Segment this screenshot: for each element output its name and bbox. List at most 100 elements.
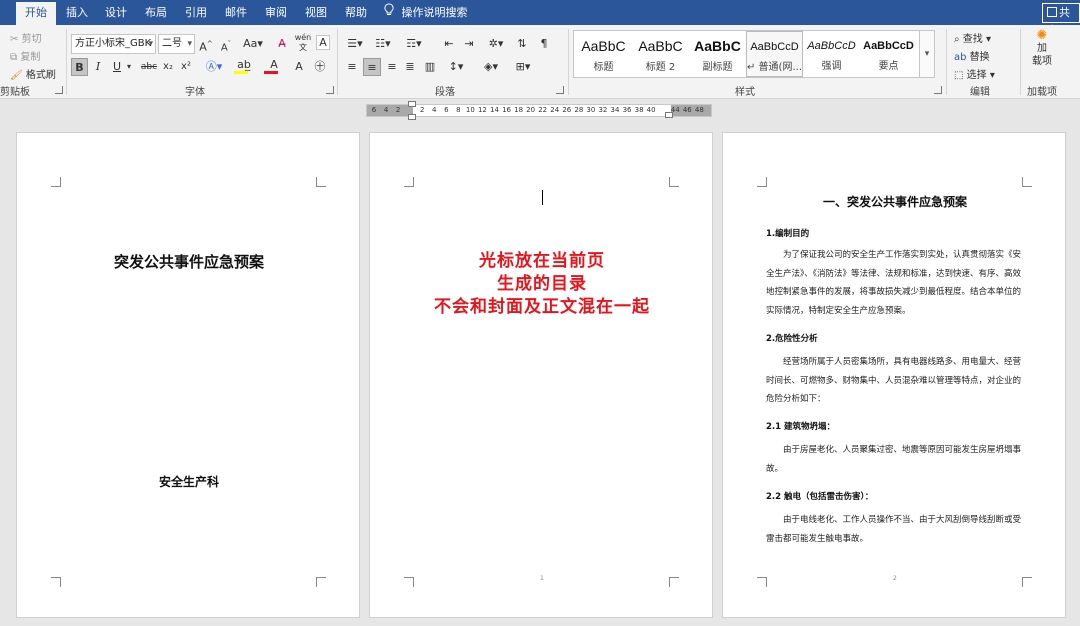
strikethrough-button[interactable]: abc (140, 58, 158, 76)
group-separator (946, 29, 947, 95)
character-border-button[interactable]: A (316, 35, 330, 50)
tab-references[interactable]: 引用 (177, 0, 215, 25)
group-separator (66, 29, 67, 95)
highlight-color-button[interactable]: ab̲ (232, 56, 256, 74)
font-name-dropdown[interactable]: 方正小标宋_GBK (71, 34, 156, 54)
share-button[interactable]: 共享 (1042, 3, 1080, 37)
ruler-tick: 4 (383, 106, 389, 114)
character-shading-button[interactable]: A (292, 58, 306, 76)
font-size-dropdown[interactable]: 二号 (158, 34, 195, 54)
increase-indent-button[interactable]: ⇥ (461, 35, 477, 53)
copy-button[interactable]: ⧉ 复制 (10, 48, 40, 63)
ruler-tick: 4 (432, 106, 437, 114)
decrease-indent-button[interactable]: ⇤ (441, 35, 457, 53)
ruler-bar: 6 4 2 2 4 6 8 10 12 14 16 18 20 22 24 26 28 30 32 34 36 38 40 4… (0, 100, 1080, 122)
paragraph-group-label: 段落 (435, 87, 455, 98)
ruler-tick: 18 (514, 106, 524, 114)
distribute-button[interactable]: ▥ (421, 58, 439, 76)
ruler-tick: 26 (562, 106, 572, 114)
italic-button[interactable]: I (91, 58, 105, 76)
crop-mark (404, 577, 414, 587)
style-heading-2[interactable]: AaBbC 标题 2 (632, 31, 689, 77)
text-effects-button[interactable]: Ⓐ▾ (202, 58, 226, 76)
clipboard-launcher[interactable] (55, 86, 63, 94)
clipboard-group-label: 剪贴板 (0, 87, 30, 98)
ruler-tick: 48 (694, 106, 704, 114)
styles-gallery-more-button[interactable]: ▾ (919, 30, 935, 78)
font-color-button[interactable]: A (262, 56, 286, 74)
first-line-indent-marker[interactable] (408, 101, 416, 107)
replace-button[interactable]: ab 替换 (954, 48, 990, 63)
page-cover[interactable]: 突发公共事件应急预案 安全生产科 (16, 132, 360, 618)
style-strong[interactable]: AaBbCcD 要点 (860, 31, 917, 77)
tab-insert[interactable]: 插入 (58, 0, 96, 25)
tab-view[interactable]: 视图 (297, 0, 335, 25)
font-launcher[interactable] (326, 86, 334, 94)
page-toc[interactable]: 光标放在当前页 生成的目录 不会和封面及正文混在一起 1 (369, 132, 713, 618)
annotation-line: 生成的目录 (497, 274, 587, 294)
select-button[interactable]: ⬚ 选择 ▾ (954, 66, 995, 81)
page-body[interactable]: 一、突发公共事件应急预案 1.编制目的 为了保证我公司的安全生产工作落实到实处，… (722, 132, 1066, 618)
ruler-tick: 6 (444, 106, 449, 114)
bold-button[interactable]: B (71, 58, 88, 76)
chinese-layout-button[interactable]: ✲▾ (484, 35, 508, 53)
section-paragraph: 为了保证我公司的安全生产工作落实到实处，认真贯彻落实《安全生产法》、《消防法》等… (766, 250, 1022, 316)
underline-button[interactable]: U (110, 58, 124, 76)
show-marks-button[interactable]: ¶ (536, 35, 552, 53)
enclose-characters-button[interactable]: ㊉ (312, 58, 328, 76)
ruler-tick: 22 (538, 106, 548, 114)
multilevel-list-button[interactable]: ☶▾ (401, 35, 427, 53)
style-emphasis[interactable]: AaBbCcD 强调 (803, 31, 860, 77)
tab-home[interactable]: 开始 (16, 2, 56, 25)
tab-layout[interactable]: 布局 (137, 0, 175, 25)
page-number: 1 (540, 575, 544, 582)
ruler-tick: 32 (598, 106, 608, 114)
style-normal-web[interactable]: AaBbCcD ↵ 普通(网... (746, 31, 803, 77)
align-center-button[interactable]: ≡ (363, 58, 381, 76)
section-paragraph: 由于房屋老化、人员聚集过密、地震等原因可能发生房屋坍塌事故。 (766, 445, 1022, 474)
tab-review[interactable]: 审阅 (257, 0, 295, 25)
style-title[interactable]: AaBbC 标题 (575, 31, 632, 77)
style-name: 标题 2 (645, 62, 676, 73)
right-indent-marker[interactable] (665, 112, 673, 118)
clear-format-button[interactable]: A̶ (274, 35, 290, 53)
line-spacing-button[interactable]: ↕▾ (443, 58, 469, 76)
crop-mark (51, 177, 61, 187)
tell-me-search[interactable]: 操作说明搜索 (384, 0, 484, 25)
format-painter-button[interactable]: 🖌 格式刷 (10, 66, 56, 81)
justify-button[interactable]: ≣ (401, 58, 419, 76)
bullets-button[interactable]: ☰▾ (343, 35, 367, 53)
left-indent-marker[interactable] (408, 114, 416, 120)
shading-button[interactable]: ◈▾ (478, 58, 504, 76)
paragraph-launcher[interactable] (556, 86, 564, 94)
styles-launcher[interactable] (934, 86, 942, 94)
find-button[interactable]: ⌕ 查找 ▾ (954, 30, 991, 45)
align-left-button[interactable]: ≡ (343, 58, 361, 76)
group-separator (337, 29, 338, 95)
numbering-button[interactable]: ☷▾ (371, 35, 395, 53)
phonetic-guide-button[interactable]: wén 文 (294, 33, 312, 52)
tab-design[interactable]: 设计 (97, 0, 135, 25)
style-subtitle[interactable]: AaBbC 副标题 (689, 31, 746, 77)
ruler-tick: 36 (622, 106, 632, 114)
change-case-button[interactable]: Aa▾ (240, 35, 266, 53)
subscript-button[interactable]: x₂ (161, 58, 175, 76)
tab-mailings[interactable]: 邮件 (217, 0, 255, 25)
horizontal-ruler[interactable]: 6 4 2 2 4 6 8 10 12 14 16 18 20 22 24 26 28 30 32 34 36 38 40 4… (366, 104, 712, 117)
tab-help[interactable]: 帮助 (337, 0, 375, 25)
superscript-button[interactable]: x² (179, 58, 193, 76)
shrink-font-button[interactable]: Aˇ (218, 35, 234, 53)
addins-button[interactable]: ✺ 加 载项 (1027, 29, 1057, 79)
sort-button[interactable]: ⇅ (514, 35, 530, 53)
borders-button[interactable]: ⊞▾ (510, 58, 536, 76)
underline-dropdown[interactable]: ▾ (125, 58, 133, 76)
cut-button[interactable]: ✂ 剪切 (10, 30, 42, 45)
style-name: 副标题 (702, 62, 733, 73)
addins-group-label: 加载项 (1027, 87, 1057, 98)
crop-mark (51, 577, 61, 587)
align-right-button[interactable]: ≡ (383, 58, 401, 76)
grow-font-button[interactable]: A^ (198, 35, 214, 54)
annotation-line: 不会和封面及正文混在一起 (434, 297, 650, 317)
ribbon-home: ✂ 剪切 ⧉ 复制 🖌 格式刷 剪贴板 方正小标宋_GBK 二号 A^ Aˇ A… (0, 25, 1080, 99)
section-heading: 2.2 触电（包括雷击伤害）： (766, 492, 874, 502)
